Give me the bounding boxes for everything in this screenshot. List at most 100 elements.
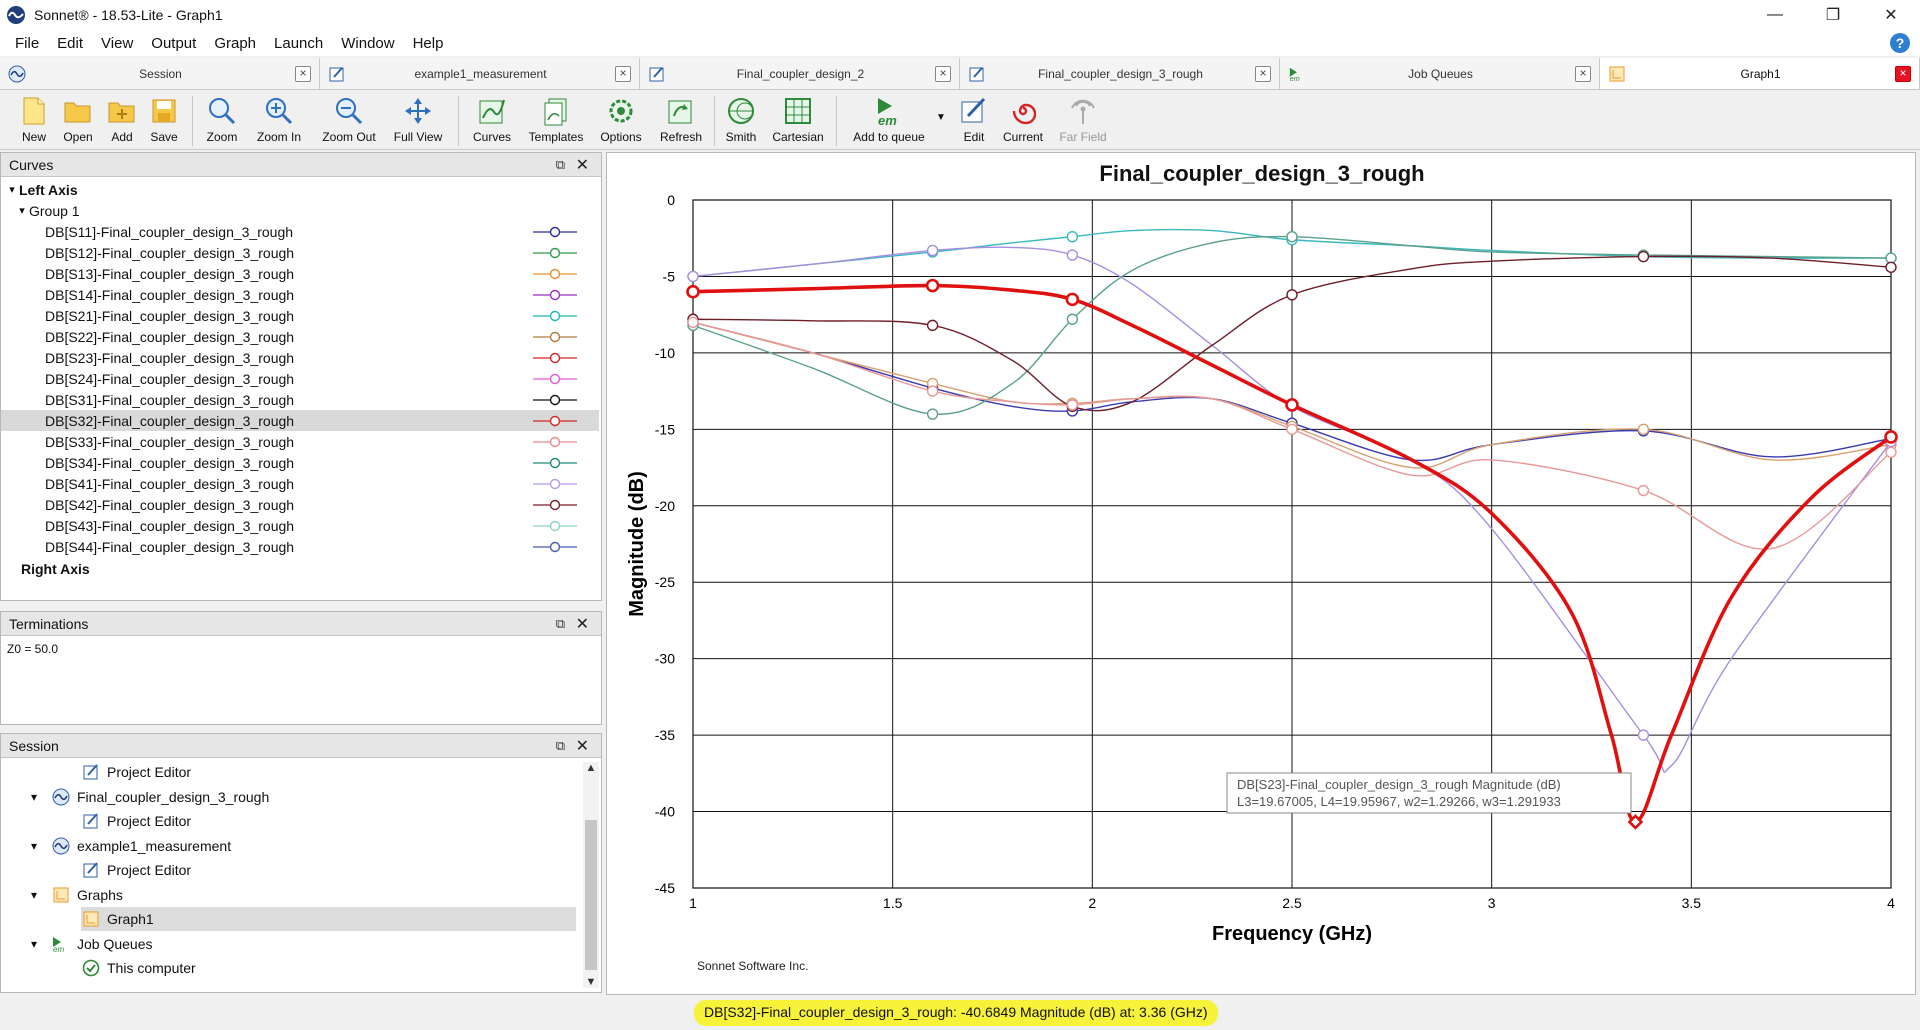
curve-list-item[interactable]: DB[S14]-Final_coupler_design_3_rough xyxy=(1,284,599,305)
curve-label: DB[S12]-Final_coupler_design_3_rough xyxy=(45,244,295,261)
close-icon[interactable]: × xyxy=(1895,65,1911,82)
curve-list-item[interactable]: DB[S23]-Final_coupler_design_3_rough xyxy=(1,347,599,368)
float-panel-icon[interactable]: ⧉ xyxy=(556,616,565,632)
menu-graph[interactable]: Graph xyxy=(205,35,265,52)
full-view-button[interactable]: Full View xyxy=(390,94,446,148)
tab-final-coupler-design-3-rough[interactable]: Final_coupler_design_3_rough × xyxy=(960,58,1280,89)
close-panel-icon[interactable]: ✕ xyxy=(576,155,589,175)
add-to-queue-dropdown[interactable]: ▼ xyxy=(934,112,948,126)
close-icon[interactable]: × xyxy=(295,65,311,82)
chevron-down-icon[interactable]: ▾ xyxy=(31,888,51,902)
status-readout: DB[S32]-Final_coupler_design_3_rough: -4… xyxy=(694,1000,1218,1026)
smith-button[interactable]: Smith xyxy=(720,94,762,148)
tab-job-queues[interactable]: em Job Queues × xyxy=(1280,58,1600,89)
x-tick-label: 1.5 xyxy=(883,895,903,911)
minimize-button[interactable]: — xyxy=(1746,0,1804,30)
add-to-queue-button[interactable]: em Add to queue xyxy=(848,94,930,148)
session-tree-item[interactable]: ▾ Final_coupler_design_3_rough xyxy=(31,785,576,809)
refresh-button[interactable]: Refresh xyxy=(656,94,706,148)
menu-launch[interactable]: Launch xyxy=(265,35,332,52)
zoom-out-button[interactable]: Zoom Out xyxy=(318,94,380,148)
scroll-up-icon[interactable]: ▲ xyxy=(583,762,599,774)
session-tree-item[interactable]: Project Editor xyxy=(81,760,576,784)
close-icon[interactable]: × xyxy=(1255,65,1271,82)
menu-file[interactable]: File xyxy=(6,35,48,52)
curve-list-item[interactable]: DB[S22]-Final_coupler_design_3_rough xyxy=(1,326,599,347)
toolbar-separator xyxy=(836,96,837,146)
menu-output[interactable]: Output xyxy=(142,35,205,52)
series-marker xyxy=(1286,289,1298,301)
session-tree-item[interactable]: ▾ Graphs xyxy=(31,883,576,907)
cartesian-button[interactable]: Cartesian xyxy=(770,94,826,148)
float-panel-icon[interactable]: ⧉ xyxy=(556,157,565,173)
curve-list-item[interactable]: DB[S12]-Final_coupler_design_3_rough xyxy=(1,242,599,263)
current-button[interactable]: Current xyxy=(1000,94,1046,148)
check-icon xyxy=(81,958,101,978)
curves-button[interactable]: Curves xyxy=(470,94,514,148)
graph-view: Final_coupler_design_3_rough 1 1.5 2 2.5 3 3.… xyxy=(606,152,1916,995)
help-icon[interactable]: ? xyxy=(1890,33,1910,53)
curve-list-item[interactable]: DB[S11]-Final_coupler_design_3_rough xyxy=(1,221,599,242)
refresh-icon xyxy=(664,94,698,128)
options-button[interactable]: Options xyxy=(596,94,646,148)
curve-list-item[interactable]: DB[S32]-Final_coupler_design_3_rough xyxy=(1,410,599,431)
tree-node-left-axis[interactable]: ▾ Left Axis xyxy=(1,179,599,200)
close-icon[interactable]: × xyxy=(1575,65,1591,82)
curve-legend-swatch xyxy=(533,373,577,385)
session-tree-item[interactable]: ▾ example1_measurement xyxy=(31,834,576,858)
curve-list-item[interactable]: DB[S42]-Final_coupler_design_3_rough xyxy=(1,494,599,515)
close-panel-icon[interactable]: ✕ xyxy=(576,614,589,634)
float-panel-icon[interactable]: ⧉ xyxy=(556,738,565,754)
save-button[interactable]: Save xyxy=(144,94,184,148)
tab-session[interactable]: Session × xyxy=(0,58,320,89)
session-tree-item[interactable]: Graph1 xyxy=(81,907,576,931)
close-icon[interactable]: × xyxy=(935,65,951,82)
close-panel-icon[interactable]: ✕ xyxy=(576,736,589,756)
curve-list-item[interactable]: DB[S24]-Final_coupler_design_3_rough xyxy=(1,368,599,389)
menu-help[interactable]: Help xyxy=(404,35,453,52)
menu-window[interactable]: Window xyxy=(332,35,403,52)
templates-button[interactable]: Templates xyxy=(526,94,586,148)
tab-final-coupler-design-2[interactable]: Final_coupler_design_2 × xyxy=(640,58,960,89)
tree-node-group-1[interactable]: ▾ Group 1 xyxy=(1,200,599,221)
terminations-panel-header: Terminations ⧉ ✕ xyxy=(1,612,601,636)
curve-list-item[interactable]: DB[S13]-Final_coupler_design_3_rough xyxy=(1,263,599,284)
zoom-button[interactable]: Zoom xyxy=(202,94,242,148)
session-tree-item[interactable]: Project Editor xyxy=(81,858,576,882)
close-icon[interactable]: × xyxy=(615,65,631,82)
chevron-down-icon[interactable]: ▾ xyxy=(31,839,51,853)
close-window-button[interactable]: ✕ xyxy=(1862,0,1920,30)
series-marker xyxy=(1637,250,1650,263)
chevron-down-icon[interactable]: ▾ xyxy=(31,937,51,951)
far-field-button[interactable]: Far Field xyxy=(1056,94,1110,148)
chevron-down-icon[interactable]: ▾ xyxy=(31,790,51,804)
tree-node-right-axis[interactable]: Right Axis xyxy=(1,558,599,579)
session-tree-item[interactable]: Project Editor xyxy=(81,809,576,833)
scroll-down-icon[interactable]: ▼ xyxy=(583,976,599,988)
tab-graph1[interactable]: Graph1 × xyxy=(1600,58,1920,89)
open-button[interactable]: Open xyxy=(58,94,98,148)
restore-button[interactable]: ❐ xyxy=(1804,0,1862,30)
menu-edit[interactable]: Edit xyxy=(48,35,92,52)
zoom-in-button[interactable]: Zoom In xyxy=(252,94,306,148)
toolbar: New Open Add Save Zoom Zoom In Zoom Out … xyxy=(0,90,1920,150)
chevron-down-icon[interactable]: ▾ xyxy=(5,183,19,196)
curve-list-item[interactable]: DB[S44]-Final_coupler_design_3_rough xyxy=(1,536,599,557)
edit-button[interactable]: Edit xyxy=(954,94,994,148)
curve-list-item[interactable]: DB[S31]-Final_coupler_design_3_rough xyxy=(1,389,599,410)
add-button[interactable]: Add xyxy=(102,94,142,148)
menu-view[interactable]: View xyxy=(92,35,142,52)
curve-list-item[interactable]: DB[S41]-Final_coupler_design_3_rough xyxy=(1,473,599,494)
chevron-down-icon[interactable]: ▾ xyxy=(15,204,29,217)
session-scrollbar[interactable]: ▲ ▼ xyxy=(583,762,599,988)
tab-example1-measurement[interactable]: example1_measurement × xyxy=(320,58,640,89)
plot-canvas[interactable]: 1 1.5 2 2.5 3 3.5 4 0 -5 -10 -15 -20 -25 -30 -35 -40 -45… xyxy=(607,153,1917,996)
curve-list-item[interactable]: DB[S34]-Final_coupler_design_3_rough xyxy=(1,452,599,473)
session-tree-item[interactable]: ▾ em Job Queues xyxy=(31,932,576,956)
curve-list-item[interactable]: DB[S33]-Final_coupler_design_3_rough xyxy=(1,431,599,452)
new-button[interactable]: New xyxy=(14,94,54,148)
scrollbar-thumb[interactable] xyxy=(585,820,597,970)
curve-list-item[interactable]: DB[S21]-Final_coupler_design_3_rough xyxy=(1,305,599,326)
session-tree-item[interactable]: This computer xyxy=(81,956,576,980)
curve-list-item[interactable]: DB[S43]-Final_coupler_design_3_rough xyxy=(1,515,599,536)
